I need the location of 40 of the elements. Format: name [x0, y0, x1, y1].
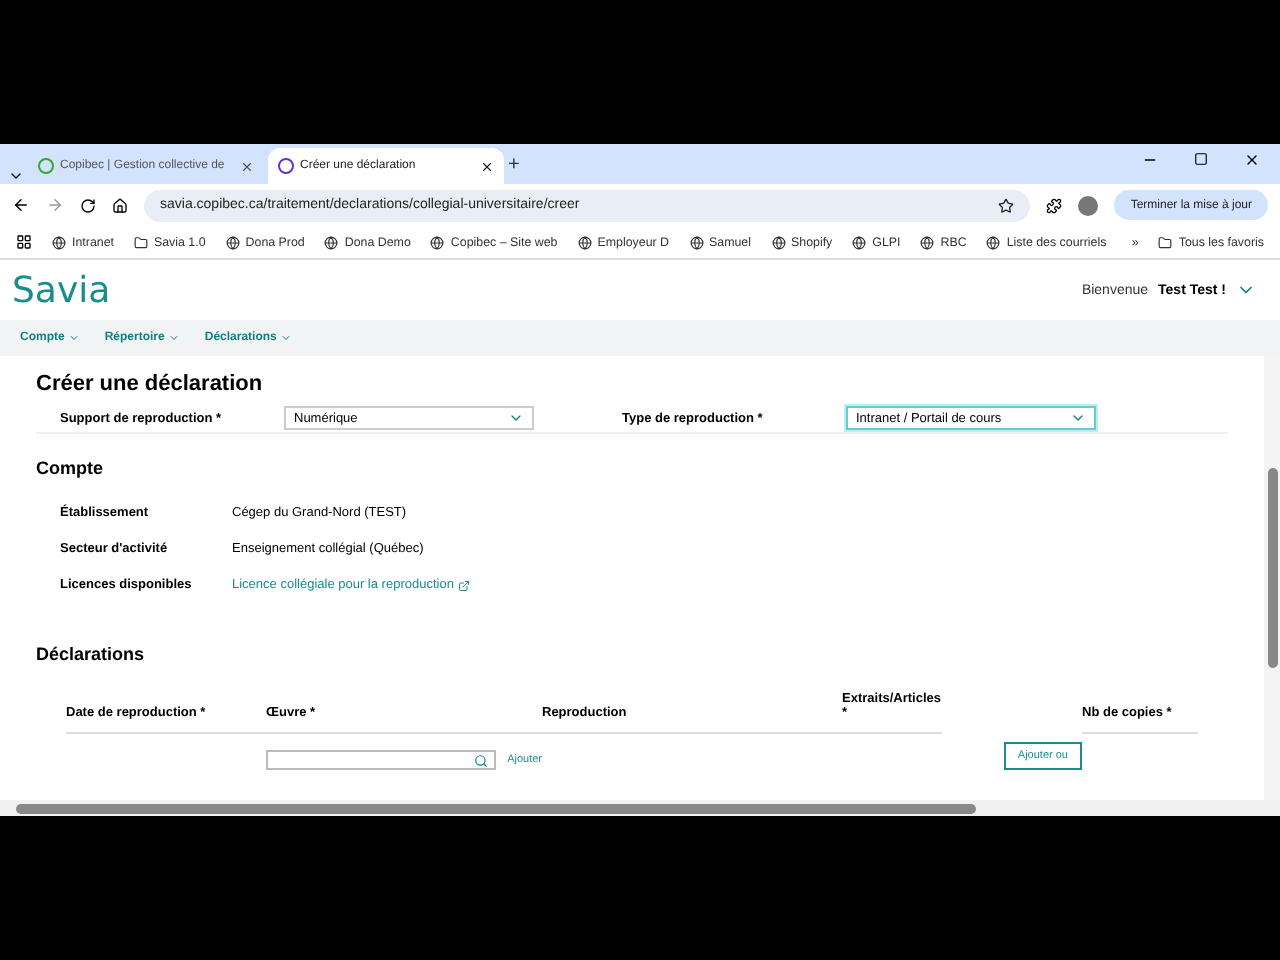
page-title: Créer une déclaration	[36, 372, 265, 396]
folder-icon	[133, 235, 148, 249]
site-icon	[278, 158, 294, 174]
reload-icon[interactable]	[80, 197, 96, 213]
search-field[interactable]	[266, 750, 496, 770]
globe-icon	[771, 235, 785, 249]
chevron-down-icon	[1070, 410, 1086, 426]
chevron-down-icon	[508, 410, 524, 426]
tab-list-icon[interactable]	[8, 168, 24, 184]
chevron-down-icon	[68, 332, 81, 344]
new-tab-button[interactable]: +	[508, 153, 520, 175]
horizontal-scrollbar[interactable]	[0, 800, 1280, 816]
star-icon[interactable]	[998, 197, 1015, 213]
globe-icon	[852, 235, 867, 249]
folder-icon	[1158, 235, 1173, 249]
maximize-icon[interactable]	[1194, 152, 1208, 166]
profile-avatar[interactable]	[1078, 195, 1099, 215]
extensions-icon[interactable]	[1046, 197, 1063, 213]
chevron-down-icon	[280, 332, 293, 344]
external-link-icon	[457, 579, 470, 591]
globe-icon	[689, 235, 704, 249]
globe-icon	[430, 235, 445, 249]
logo: Savia	[12, 269, 111, 311]
apps-icon[interactable]	[16, 234, 32, 250]
close-icon[interactable]	[1244, 152, 1260, 168]
globe-icon	[577, 235, 592, 249]
search-icon[interactable]	[473, 753, 488, 767]
globe-icon	[324, 235, 339, 249]
back-icon[interactable]	[12, 196, 30, 214]
home-icon[interactable]	[112, 197, 128, 213]
section-title: Compte	[36, 458, 105, 478]
site-icon	[38, 158, 54, 174]
globe-icon	[52, 235, 66, 249]
close-tab-icon[interactable]	[480, 159, 494, 173]
globe-icon	[920, 235, 935, 249]
chevron-down-icon	[168, 332, 181, 344]
globe-icon	[225, 235, 240, 249]
section-title: Déclarations	[36, 644, 147, 664]
forward-icon[interactable]	[46, 196, 64, 214]
globe-icon	[986, 235, 1001, 249]
